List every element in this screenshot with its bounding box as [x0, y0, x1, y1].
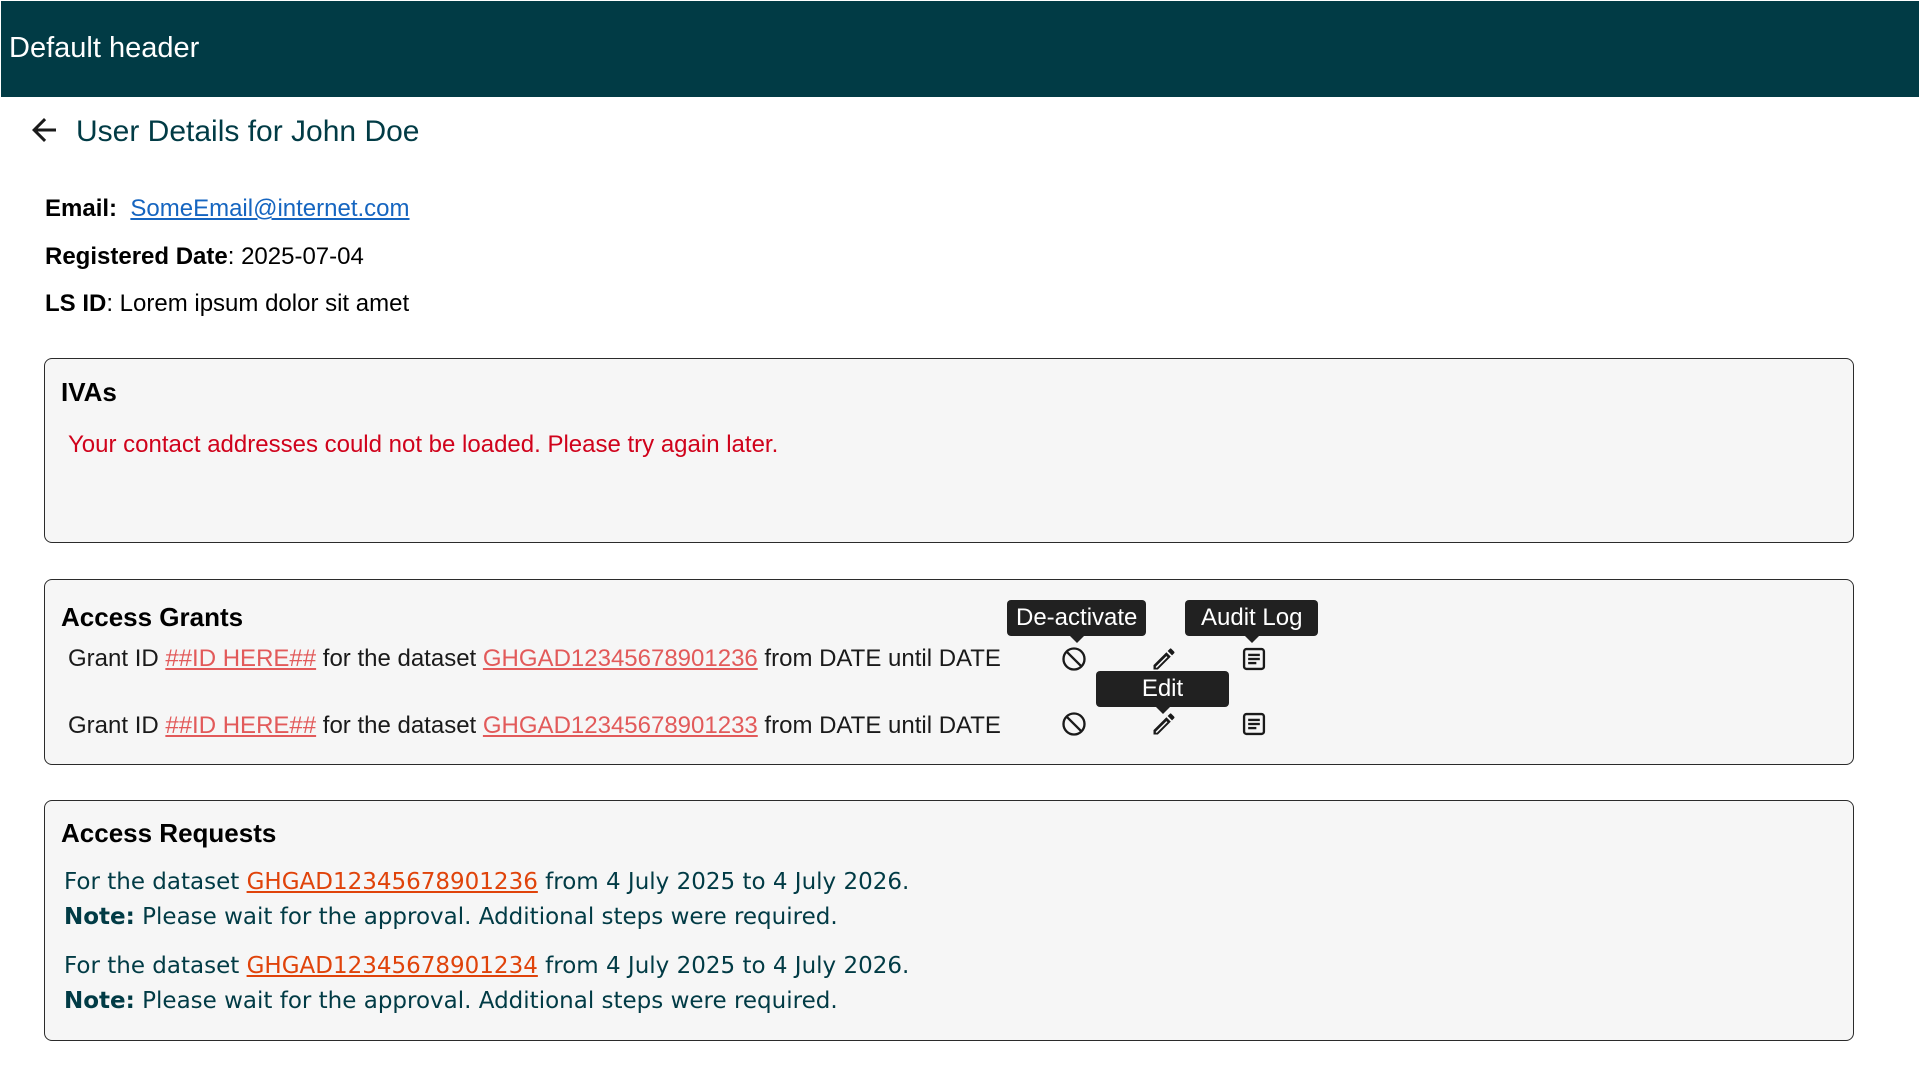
ivas-title: IVAs — [61, 377, 117, 407]
request-dataset-link[interactable]: GHGAD12345678901234 — [247, 953, 538, 979]
request-prefix: For the dataset — [64, 953, 247, 979]
email-label: Email: — [45, 195, 118, 222]
ls-id-value: : Lorem ipsum dolor sit amet — [106, 290, 410, 317]
grant-prefix: Grant ID — [68, 645, 166, 672]
grant-prefix: Grant ID — [68, 712, 166, 739]
app-header: Default header — [1, 1, 1919, 97]
request-note: Note: Please wait for the approval. Addi… — [64, 902, 838, 932]
audit-log-tooltip-text: Audit Log — [1201, 604, 1303, 631]
deactivate-tooltip: De-activate — [1007, 600, 1147, 643]
request-prefix: For the dataset — [64, 869, 247, 895]
document-list-icon — [1242, 647, 1266, 671]
grant-row: Grant ID ##ID HERE## for the dataset GHG… — [68, 711, 1001, 741]
block-icon — [1062, 647, 1086, 671]
ivas-error-message: Your contact addresses could not be load… — [68, 431, 779, 458]
tooltip-arrow — [1155, 707, 1170, 714]
note-label: Note: — [64, 904, 135, 930]
edit-tooltip: Edit — [1096, 671, 1229, 714]
request-suffix: from 4 July 2025 to 4 July 2026. — [537, 869, 910, 895]
block-icon — [1062, 712, 1086, 736]
deactivate-tooltip-text: De-activate — [1016, 604, 1138, 631]
access-grants-title: Access Grants — [61, 602, 244, 632]
deactivate-button[interactable] — [1056, 641, 1092, 677]
tooltip-arrow — [1069, 636, 1084, 643]
grant-middle: for the dataset — [316, 645, 483, 672]
access-requests-card: Access Requests For the dataset GHGAD123… — [44, 800, 1854, 1041]
grant-id-link[interactable]: ##ID HERE## — [165, 645, 316, 672]
email-field: Email: SomeEmail@internet.com — [45, 194, 410, 224]
request-note: Note: Please wait for the approval. Addi… — [64, 986, 838, 1016]
note-label: Note: — [64, 988, 135, 1014]
document-list-icon — [1242, 712, 1266, 736]
access-grants-card: Access Grants Grant ID ##ID HERE## for t… — [44, 579, 1854, 765]
note-text: Please wait for the approval. Additional… — [134, 988, 838, 1014]
registered-date-label: Registered Date — [45, 243, 228, 270]
note-text: Please wait for the approval. Additional… — [134, 904, 838, 930]
access-requests-title: Access Requests — [61, 818, 277, 848]
audit-log-button[interactable] — [1236, 706, 1272, 742]
pencil-icon — [1153, 713, 1175, 735]
request-suffix: from 4 July 2025 to 4 July 2026. — [537, 953, 910, 979]
grant-suffix: from DATE until DATE — [757, 712, 1001, 739]
request-line: For the dataset GHGAD12345678901236 from… — [64, 867, 909, 897]
audit-log-button[interactable] — [1236, 641, 1272, 677]
arrow-left-icon — [32, 118, 56, 142]
ls-id-label: LS ID — [45, 290, 107, 317]
grant-row: Grant ID ##ID HERE## for the dataset GHG… — [68, 644, 1001, 674]
ivas-card: IVAs Your contact addresses could not be… — [44, 358, 1854, 543]
header-title: Default header — [9, 32, 200, 64]
grant-dataset-link[interactable]: GHGAD12345678901233 — [483, 712, 758, 739]
grant-dataset-link[interactable]: GHGAD12345678901236 — [483, 645, 758, 672]
audit-log-tooltip: Audit Log — [1185, 600, 1319, 643]
ls-id-field: LS ID: Lorem ipsum dolor sit amet — [45, 289, 409, 319]
registered-date-field: Registered Date: 2025-07-04 — [45, 242, 364, 272]
page-title: User Details for John Doe — [76, 115, 420, 148]
pencil-icon — [1153, 648, 1175, 670]
grant-middle: for the dataset — [316, 712, 483, 739]
registered-date-value: : 2025-07-04 — [227, 243, 364, 270]
request-dataset-link[interactable]: GHGAD12345678901236 — [247, 869, 538, 895]
tooltip-arrow — [1244, 636, 1259, 643]
grant-id-link[interactable]: ##ID HERE## — [165, 712, 316, 739]
email-link[interactable]: SomeEmail@internet.com — [130, 195, 409, 222]
edit-tooltip-text: Edit — [1141, 675, 1184, 702]
back-button[interactable] — [24, 110, 64, 150]
deactivate-button[interactable] — [1056, 706, 1092, 742]
request-line: For the dataset GHGAD12345678901234 from… — [64, 951, 909, 981]
grant-suffix: from DATE until DATE — [757, 645, 1001, 672]
